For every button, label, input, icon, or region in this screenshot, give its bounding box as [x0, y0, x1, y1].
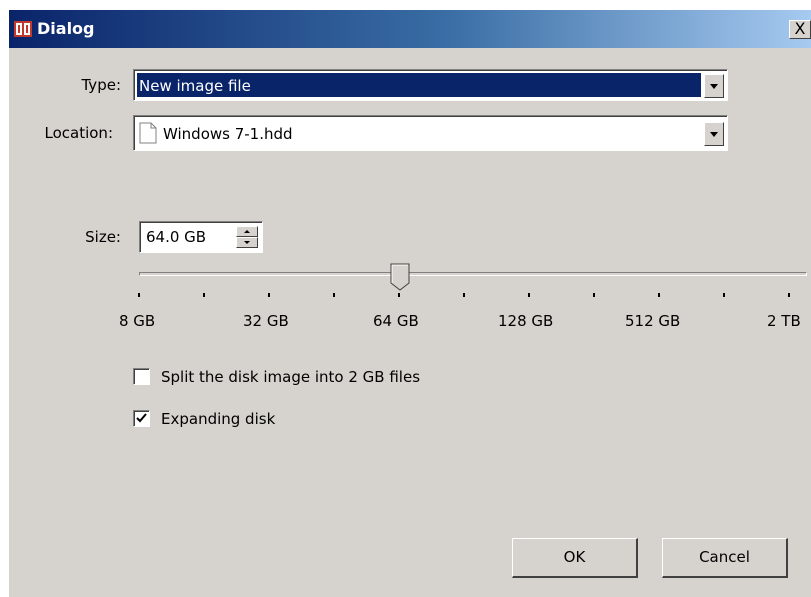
size-value[interactable]: 64.0 GB — [146, 226, 206, 248]
dialog-window: Dialog X Type: New image file Location: … — [9, 10, 811, 597]
size-slider-thumb[interactable] — [390, 263, 410, 291]
type-select[interactable]: New image file — [133, 69, 728, 101]
location-select[interactable]: Windows 7-1.hdd — [133, 115, 728, 151]
slider-tick — [138, 293, 140, 297]
location-select-value: Windows 7-1.hdd — [163, 125, 293, 143]
slider-tick — [658, 293, 660, 297]
size-slider-track[interactable] — [139, 272, 807, 276]
slider-tick — [788, 293, 790, 297]
slider-label-128gb: 128 GB — [498, 312, 554, 330]
spin-up-icon[interactable] — [236, 226, 258, 237]
close-button[interactable]: X — [789, 20, 811, 39]
split-disk-label[interactable]: Split the disk image into 2 GB files — [161, 366, 420, 388]
size-spinbox[interactable]: 64.0 GB — [139, 221, 263, 253]
type-label: Type: — [81, 76, 121, 94]
slider-label-64gb: 64 GB — [373, 312, 419, 330]
ok-button[interactable]: OK — [512, 538, 638, 578]
slider-label-8gb: 8 GB — [119, 312, 156, 330]
size-spin-buttons — [236, 226, 258, 248]
type-select-value: New image file — [137, 73, 701, 97]
slider-tick — [398, 293, 400, 297]
slider-tick — [528, 293, 530, 297]
size-label: Size: — [85, 228, 121, 246]
location-dropdown-arrow-icon[interactable] — [704, 122, 724, 146]
slider-label-2tb: 2 TB — [767, 312, 801, 330]
spin-down-icon[interactable] — [236, 237, 258, 248]
slider-label-512gb: 512 GB — [625, 312, 681, 330]
expanding-disk-label[interactable]: Expanding disk — [161, 408, 275, 430]
expanding-disk-checkbox[interactable] — [133, 410, 150, 427]
title-bar[interactable]: Dialog X — [9, 10, 811, 48]
slider-tick — [333, 293, 335, 297]
location-select-value-container: Windows 7-1.hdd — [137, 121, 701, 145]
checkmark-icon — [136, 413, 147, 423]
slider-label-32gb: 32 GB — [243, 312, 289, 330]
split-disk-checkbox[interactable] — [133, 368, 150, 385]
file-icon — [139, 122, 157, 144]
slider-tick — [203, 293, 205, 297]
location-label: Location: — [44, 124, 114, 142]
slider-tick — [723, 293, 725, 297]
close-icon: X — [794, 19, 806, 38]
slider-tick — [593, 293, 595, 297]
app-icon — [14, 21, 32, 37]
slider-tick — [463, 293, 465, 297]
type-dropdown-arrow-icon[interactable] — [704, 74, 724, 98]
cancel-button[interactable]: Cancel — [662, 538, 788, 578]
slider-tick — [268, 293, 270, 297]
window-title: Dialog — [37, 19, 95, 38]
